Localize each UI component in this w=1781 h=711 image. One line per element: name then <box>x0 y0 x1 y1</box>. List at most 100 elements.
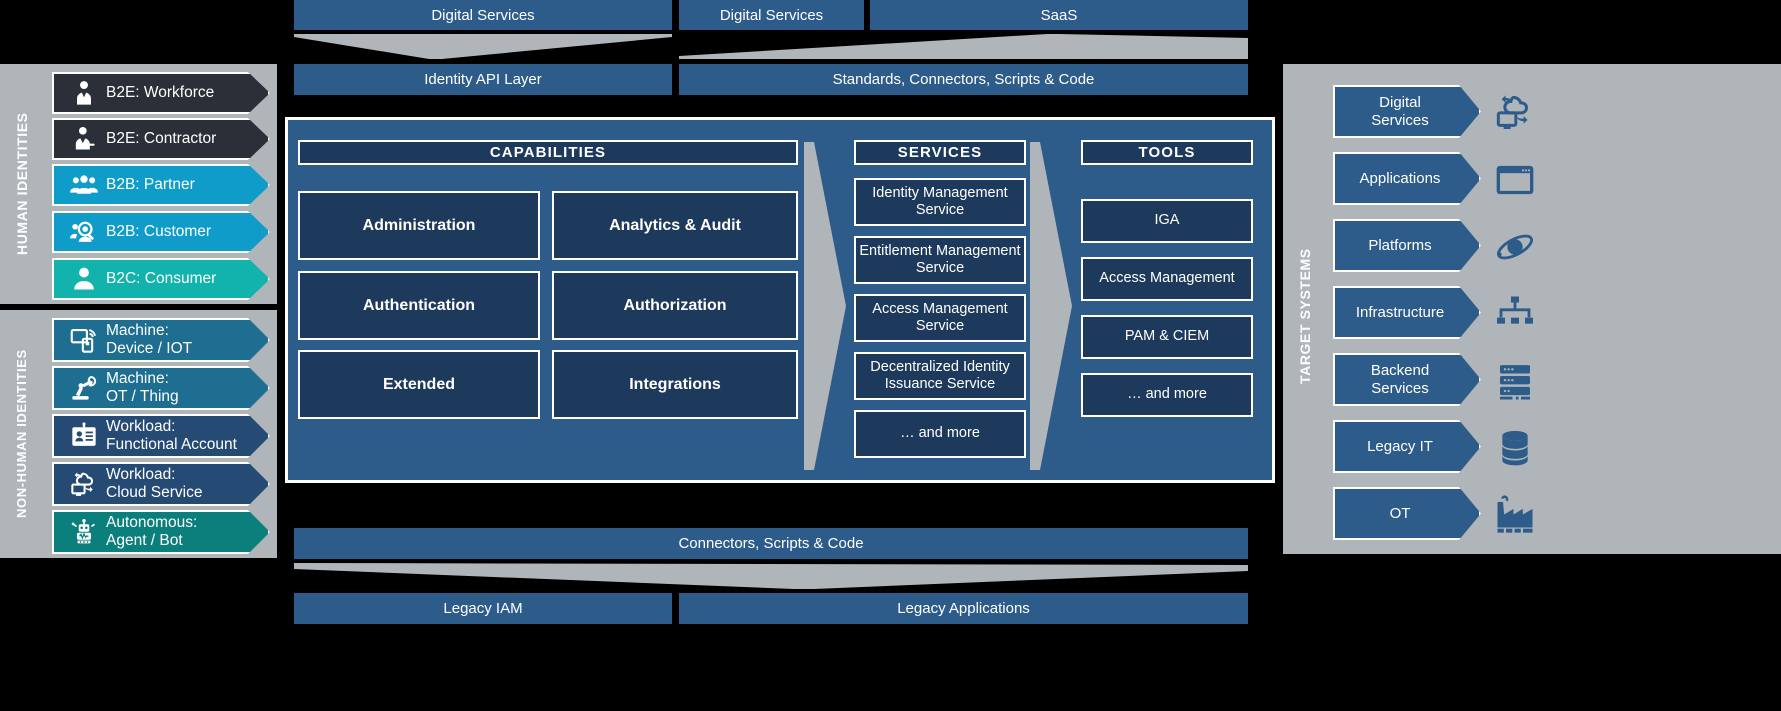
robot-icon <box>62 518 106 546</box>
service-identity-management[interactable]: Identity Management Service <box>854 178 1026 226</box>
capability-analytics-audit[interactable]: Analytics & Audit <box>552 191 798 260</box>
identity-label: B2B: Customer <box>106 222 212 240</box>
bar-label: SaaS <box>1040 6 1078 24</box>
identity-item-workload-cloud-service[interactable]: Workload: Cloud Service <box>52 462 270 506</box>
wedge-capabilities-services <box>804 142 846 470</box>
capability-label: Authorization <box>623 296 727 314</box>
identity-item-autonomous-agent-bot[interactable]: Autonomous: Agent / Bot <box>52 510 270 554</box>
capability-label: Authentication <box>363 296 475 314</box>
user-search-icon <box>62 218 106 246</box>
bar-label: Digital Services <box>719 6 824 24</box>
tool-and-more[interactable]: … and more <box>1081 373 1253 417</box>
service-label: Access Management Service <box>872 300 1008 334</box>
user-solid-icon <box>62 265 106 293</box>
heading-label: SERVICES <box>897 144 983 161</box>
users-group-icon <box>62 171 106 199</box>
capability-label: Analytics & Audit <box>609 216 741 234</box>
top-bar-digital-services-1[interactable]: Digital Services <box>294 0 672 30</box>
target-system-label: Infrastructure <box>1355 303 1445 321</box>
factory-icon <box>1492 492 1538 538</box>
diagram-canvas: Digital Services Digital Services SaaS I… <box>0 0 1781 711</box>
identity-label: B2B: Partner <box>106 175 195 193</box>
capability-integrations[interactable]: Integrations <box>552 350 798 419</box>
user-tie-icon <box>62 79 106 107</box>
bar-label: Identity API Layer <box>424 71 542 88</box>
target-system-label: Digital Services <box>1371 93 1429 129</box>
service-entitlement-management[interactable]: Entitlement Management Service <box>854 236 1026 284</box>
bar-legacy-iam[interactable]: Legacy IAM <box>294 593 672 624</box>
target-systems-title: TARGET SYSTEMS <box>1297 248 1313 385</box>
identity-item-b2b-partner[interactable]: B2B: Partner <box>52 164 270 206</box>
capability-authentication[interactable]: Authentication <box>298 271 540 340</box>
network-tree-icon <box>1492 291 1538 337</box>
identity-label: B2E: Workforce <box>106 83 215 101</box>
bar-label: Digital Services <box>431 6 535 24</box>
capabilities-heading: CAPABILITIES <box>298 140 798 165</box>
identity-label: B2C: Consumer <box>106 269 217 287</box>
bar-connectors-scripts-code[interactable]: Connectors, Scripts & Code <box>294 528 1248 559</box>
tool-label: Access Management <box>1099 270 1235 287</box>
target-system-platforms[interactable]: Platforms <box>1333 219 1481 272</box>
service-and-more[interactable]: … and more <box>854 410 1026 458</box>
target-system-digital-services[interactable]: Digital Services <box>1333 85 1481 138</box>
identity-item-b2e-workforce[interactable]: B2E: Workforce <box>52 72 270 114</box>
wedge-bottom <box>294 563 1248 589</box>
identity-item-b2e-contractor[interactable]: B2E: Contractor <box>52 118 270 160</box>
service-access-management[interactable]: Access Management Service <box>854 294 1026 342</box>
identity-label: Machine: OT / Thing <box>106 369 179 405</box>
tool-iga[interactable]: IGA <box>1081 199 1253 243</box>
capability-extended[interactable]: Extended <box>298 350 540 419</box>
target-system-label: Applications <box>1359 169 1441 187</box>
identity-item-machine-device-iot[interactable]: Machine: Device / IOT <box>52 318 270 362</box>
service-decentralized-identity-issuance[interactable]: Decentralized Identity Issuance Service <box>854 352 1026 400</box>
heading-label: TOOLS <box>1138 144 1196 161</box>
identity-item-machine-ot-thing[interactable]: Machine: OT / Thing <box>52 366 270 410</box>
target-system-label: Backend Services <box>1370 361 1430 397</box>
target-system-legacy-it[interactable]: Legacy IT <box>1333 420 1481 473</box>
target-system-applications[interactable]: Applications <box>1333 152 1481 205</box>
tool-label: PAM & CIEM <box>1124 328 1210 345</box>
capability-label: Administration <box>362 216 476 234</box>
target-system-label: OT <box>1389 504 1411 522</box>
human-identities-title: HUMAN IDENTITIES <box>14 112 30 256</box>
cloud-desktop-icon <box>1492 89 1538 135</box>
identity-item-b2c-consumer[interactable]: B2C: Consumer <box>52 258 270 300</box>
capability-administration[interactable]: Administration <box>298 191 540 260</box>
identity-label: Workload: Cloud Service <box>106 465 203 501</box>
target-system-infrastructure[interactable]: Infrastructure <box>1333 286 1481 339</box>
identity-item-workload-functional-account[interactable]: Workload: Functional Account <box>52 414 270 458</box>
services-heading: SERVICES <box>854 140 1026 165</box>
tool-pam-ciem[interactable]: PAM & CIEM <box>1081 315 1253 359</box>
target-system-label: Platforms <box>1368 236 1432 254</box>
robot-arm-icon <box>62 374 106 402</box>
identity-label: Autonomous: Agent / Bot <box>106 513 198 549</box>
bar-identity-api-layer[interactable]: Identity API Layer <box>294 64 672 95</box>
service-label: Entitlement Management Service <box>859 242 1021 276</box>
database-icon <box>1492 425 1538 471</box>
service-label: Identity Management Service <box>872 184 1008 218</box>
service-label: … and more <box>900 425 980 442</box>
top-bar-saas[interactable]: SaaS <box>870 0 1248 30</box>
identity-label: B2E: Contractor <box>106 129 217 147</box>
bar-label: Legacy Applications <box>897 600 1030 617</box>
user-badge-icon <box>62 125 106 153</box>
orbit-icon <box>1492 224 1538 270</box>
service-label: Decentralized Identity Issuance Service <box>870 358 1010 392</box>
wedge-top-right <box>679 34 1248 59</box>
wedge-top-left <box>294 34 672 59</box>
tool-label: … and more <box>1127 386 1207 403</box>
tool-label: IGA <box>1154 212 1180 229</box>
non-human-identities-title: NON-HUMAN IDENTITIES <box>14 349 29 519</box>
tools-heading: TOOLS <box>1081 140 1253 165</box>
bar-label: Connectors, Scripts & Code <box>678 535 864 552</box>
bar-standards-connectors[interactable]: Standards, Connectors, Scripts & Code <box>679 64 1248 95</box>
top-bar-digital-services-2[interactable]: Digital Services <box>679 0 864 30</box>
target-system-backend-services[interactable]: Backend Services <box>1333 353 1481 406</box>
tool-access-management[interactable]: Access Management <box>1081 257 1253 301</box>
bar-legacy-applications[interactable]: Legacy Applications <box>679 593 1248 624</box>
target-system-ot[interactable]: OT <box>1333 487 1481 540</box>
cloud-desktop-icon <box>62 470 106 498</box>
identity-item-b2b-customer[interactable]: B2B: Customer <box>52 211 270 253</box>
capability-authorization[interactable]: Authorization <box>552 271 798 340</box>
target-system-label: Legacy IT <box>1367 437 1433 455</box>
